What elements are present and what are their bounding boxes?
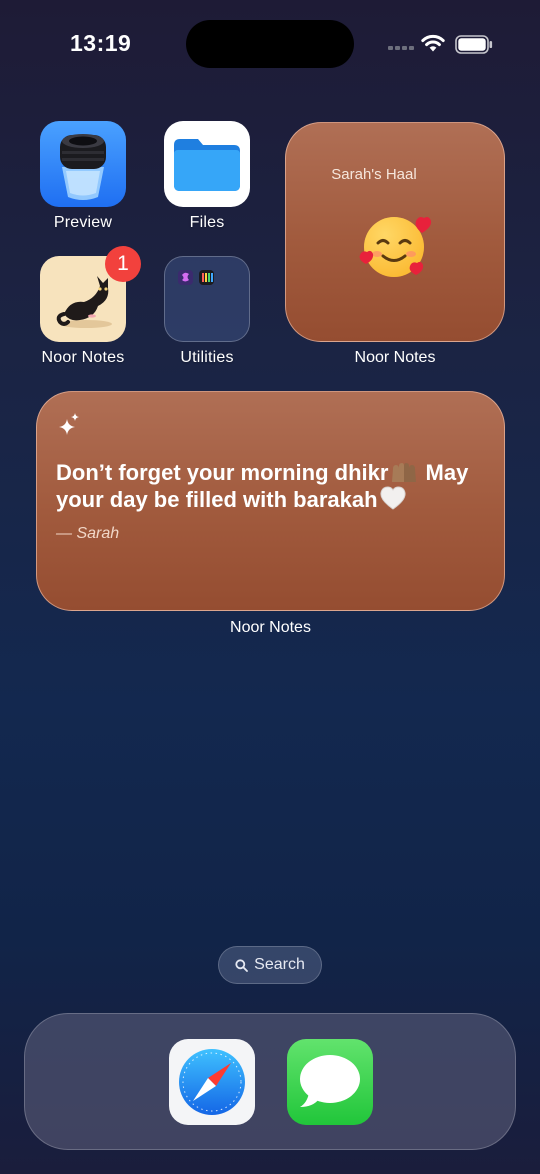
praying-hands-emoji — [392, 463, 417, 482]
wifi-icon — [421, 34, 445, 52]
widget-caption: Noor Notes — [354, 349, 436, 366]
search-icon — [235, 958, 249, 972]
quote-text-part1: Don’t forget your morning dhikr — [56, 460, 389, 485]
app-label: Noor Notes — [41, 349, 125, 366]
black-cat-icon: 1 — [40, 246, 141, 342]
dock — [24, 1013, 516, 1150]
folder-utilities[interactable]: Utilities — [152, 256, 262, 367]
widget-caption: Noor Notes — [230, 619, 311, 636]
notification-badge: 1 — [105, 246, 141, 282]
battery-icon — [455, 35, 493, 54]
dynamic-island — [186, 20, 354, 68]
search-button[interactable]: Search — [218, 946, 322, 984]
app-label: Files — [189, 214, 225, 231]
app-label: Utilities — [180, 349, 234, 366]
haal-widget-title: Sarah's Haal — [331, 166, 417, 183]
status-time: 13:19 — [70, 30, 132, 56]
speech-bubble-icon[interactable] — [287, 1039, 373, 1125]
app-files[interactable]: Files — [152, 121, 262, 232]
quote-author: — Sarah — [56, 525, 120, 542]
search-label: Search — [254, 956, 305, 973]
white-heart-emoji — [380, 486, 406, 510]
preview-icon — [40, 121, 126, 207]
cellular-signal-icon — [388, 46, 414, 52]
status-bar: 13:19 — [0, 0, 540, 90]
sparkles-icon — [59, 413, 79, 435]
compass-icon[interactable] — [169, 1039, 255, 1125]
quote-text: Don’t forget your morning dhikr May your… — [56, 459, 486, 513]
smiling-face-with-hearts-emoji — [359, 217, 432, 277]
app-label: Preview — [53, 214, 113, 231]
quote-widget[interactable]: Don’t forget your morning dhikr May your… — [36, 391, 505, 611]
app-noor-notes[interactable]: 1 Noor Notes — [28, 246, 141, 367]
folder-icon — [164, 256, 250, 342]
haal-widget[interactable]: Sarah's Haal — [285, 122, 505, 342]
app-preview[interactable]: Preview — [28, 121, 138, 232]
files-folder-icon — [164, 121, 250, 207]
